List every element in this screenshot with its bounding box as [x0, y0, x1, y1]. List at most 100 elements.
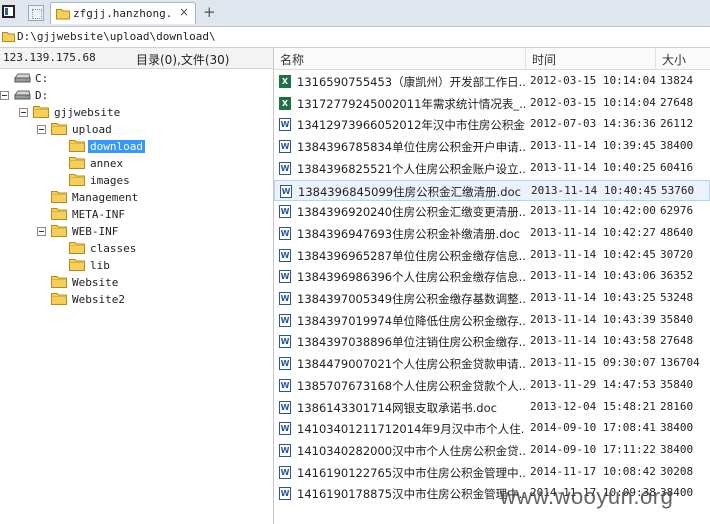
- folder-icon: [69, 173, 85, 189]
- folder-tree: C: D: gjjwebsite upload download annex images M…: [0, 69, 273, 524]
- file-name: 1384396845099住房公积金汇缴清册.doc: [298, 184, 521, 199]
- folder-icon: [33, 105, 49, 121]
- column-name[interactable]: 名称: [280, 51, 304, 68]
- word-icon: W: [279, 465, 291, 479]
- file-size: 28160: [660, 399, 694, 413]
- word-icon: W: [279, 357, 291, 371]
- file-name: 1410340282000汉中市个人住房公积金贷...: [297, 443, 525, 458]
- address-bar[interactable]: D:\gjjwebsite\upload\download\: [0, 27, 710, 48]
- file-size: 30208: [660, 464, 694, 478]
- collapse-icon[interactable]: [37, 125, 46, 134]
- file-time: 2013-11-29 14:47:53: [530, 377, 656, 391]
- tree-item-label: lib: [90, 259, 110, 272]
- file-name: 1384397038896单位注销住房公积金缴存...: [297, 335, 525, 350]
- file-time: 2013-11-14 10:43:39: [530, 312, 656, 326]
- file-time: 2013-11-15 09:30:07: [530, 356, 656, 370]
- folder-icon: [69, 258, 85, 274]
- file-row[interactable]: W 13412973966052012年汉中市住房公积金... 2012-07-03…: [274, 114, 710, 135]
- folder-icon: [51, 292, 67, 308]
- file-row[interactable]: W 1384396845099住房公积金汇缴清册.doc 2013-11-14 10…: [274, 179, 710, 201]
- tree-item-label: Website2: [72, 293, 125, 306]
- file-time: 2014-09-10 17:11:22: [530, 442, 656, 456]
- file-row[interactable]: X 13172779245002011年需求统计情况表_... 2012-03-15…: [274, 93, 710, 114]
- file-name: 1316590755453（康凯州）开发部工作日...: [297, 75, 525, 89]
- tree-item-label: annex: [90, 157, 124, 170]
- word-icon: W: [279, 443, 291, 457]
- file-time: 2012-03-15 10:14:04: [530, 95, 656, 109]
- file-row[interactable]: W 1386143301714网银支取承诺书.doc 2013-12-04 15:4…: [274, 397, 710, 418]
- word-icon: W: [279, 335, 291, 349]
- file-row[interactable]: W 1385707673168个人住房公积金贷款个人... 2013-11-29 1…: [274, 375, 710, 396]
- file-row[interactable]: W 1410340282000汉中市个人住房公积金贷... 2014-09-10 1…: [274, 440, 710, 461]
- file-name: 1384397005349住房公积金缴存基数调整...: [297, 292, 525, 306]
- tab-bar: zfgjj.hanzhong.go... × +: [0, 0, 710, 27]
- file-size: 13824: [660, 74, 694, 87]
- file-time: 2013-11-14 10:43:06: [530, 269, 656, 283]
- word-icon: W: [279, 378, 291, 392]
- column-time[interactable]: 时间: [532, 51, 556, 68]
- tree-item-label: Management: [72, 191, 139, 204]
- file-time: 2013-11-14 10:42:00: [530, 204, 656, 218]
- file-size: 136704: [660, 356, 700, 370]
- file-row[interactable]: W 1384396986396个人住房公积金缴存信息... 2013-11-14 1…: [274, 266, 710, 287]
- file-row[interactable]: W 14103401211712014年9月汉中市个人住... 2014-09-10…: [274, 418, 710, 439]
- file-row[interactable]: W 1384479007021个人住房公积金贷款申请... 2013-11-15 0…: [274, 353, 710, 374]
- file-name: 1384396986396个人住房公积金缴存信息...: [297, 270, 525, 285]
- file-size: 38400: [660, 442, 694, 456]
- close-icon[interactable]: ×: [179, 5, 189, 19]
- word-icon: W: [279, 226, 291, 240]
- file-row[interactable]: W 1384397019974单位降低住房公积金缴存... 2013-11-14 1…: [274, 310, 710, 331]
- file-row[interactable]: W 1384396920240住房公积金汇缴变更清册... 2013-11-14 1…: [274, 201, 710, 222]
- new-tab-button[interactable]: +: [203, 3, 216, 21]
- file-time: 2013-11-14 10:42:45: [530, 247, 656, 261]
- file-time: 2013-11-14 10:40:25: [530, 160, 656, 174]
- file-time: 2013-12-04 15:48:21: [530, 399, 656, 413]
- tree-item-label: META-INF: [72, 208, 125, 221]
- collapse-icon[interactable]: [19, 108, 28, 117]
- word-icon: W: [279, 205, 291, 219]
- file-row[interactable]: W 1384396965287单位住房公积金缴存信息... 2013-11-14 1…: [274, 245, 710, 266]
- file-size: 30720: [660, 247, 694, 261]
- collapse-icon[interactable]: [37, 227, 46, 236]
- file-row[interactable]: W 1384396947693住房公积金补缴清册.doc 2013-11-14 10…: [274, 223, 710, 244]
- file-time: 2014-11-17 10:08:42: [530, 464, 656, 478]
- file-time: 2014-09-10 17:08:41: [530, 421, 656, 435]
- panel-toggle-icon[interactable]: [2, 5, 15, 18]
- word-icon: W: [279, 118, 291, 132]
- file-size: 27648: [660, 334, 694, 348]
- file-size: 26112: [660, 117, 694, 131]
- file-row[interactable]: W 1416190122765汉中市住房公积金管理中... 2014-11-17 1…: [274, 462, 710, 483]
- blank-tab-icon[interactable]: [28, 5, 44, 21]
- collapse-icon[interactable]: [0, 91, 9, 100]
- file-row[interactable]: X 1316590755453（康凯州）开发部工作日... 2012-03-15 1…: [274, 71, 710, 92]
- file-size: 60416: [660, 160, 694, 174]
- file-name: 1384397019974单位降低住房公积金缴存...: [297, 313, 525, 328]
- server-ip: 123.139.175.68: [3, 51, 96, 64]
- folder-icon: [51, 207, 67, 223]
- tab-title: zfgjj.hanzhong.go...: [73, 7, 173, 20]
- drive-icon: [14, 71, 31, 88]
- tree-item-label: classes: [90, 242, 137, 255]
- word-icon: W: [279, 292, 291, 305]
- folder-icon: [2, 31, 15, 45]
- tab-active[interactable]: zfgjj.hanzhong.go... ×: [50, 2, 196, 24]
- file-time: 2012-07-03 14:36:36: [530, 117, 656, 131]
- column-size[interactable]: 大小: [662, 51, 686, 68]
- word-icon: W: [279, 140, 291, 154]
- file-time: 2013-11-14 10:43:58: [530, 334, 656, 348]
- file-row[interactable]: W 1384396785834单位住房公积金开户申请... 2013-11-14 1…: [274, 136, 710, 157]
- file-row[interactable]: W 1384396825521个人住房公积金账户设立... 2013-11-14 1…: [274, 158, 710, 179]
- folder-icon: [56, 8, 70, 23]
- file-size: 53760: [661, 183, 695, 197]
- address-path[interactable]: D:\gjjwebsite\upload\download\: [17, 30, 216, 43]
- word-icon: W: [279, 422, 291, 436]
- word-icon: W: [279, 248, 291, 262]
- file-row[interactable]: W 1384397005349住房公积金缴存基数调整... 2013-11-14 1…: [274, 288, 710, 309]
- file-name: 13412973966052012年汉中市住房公积金...: [297, 118, 525, 133]
- word-icon: W: [279, 400, 291, 414]
- folder-icon: [69, 156, 85, 172]
- tree-item-label: download: [88, 140, 145, 153]
- file-row[interactable]: W 1384397038896单位注销住房公积金缴存... 2013-11-14 1…: [274, 331, 710, 352]
- column-separator[interactable]: [525, 48, 526, 69]
- column-separator[interactable]: [655, 48, 656, 69]
